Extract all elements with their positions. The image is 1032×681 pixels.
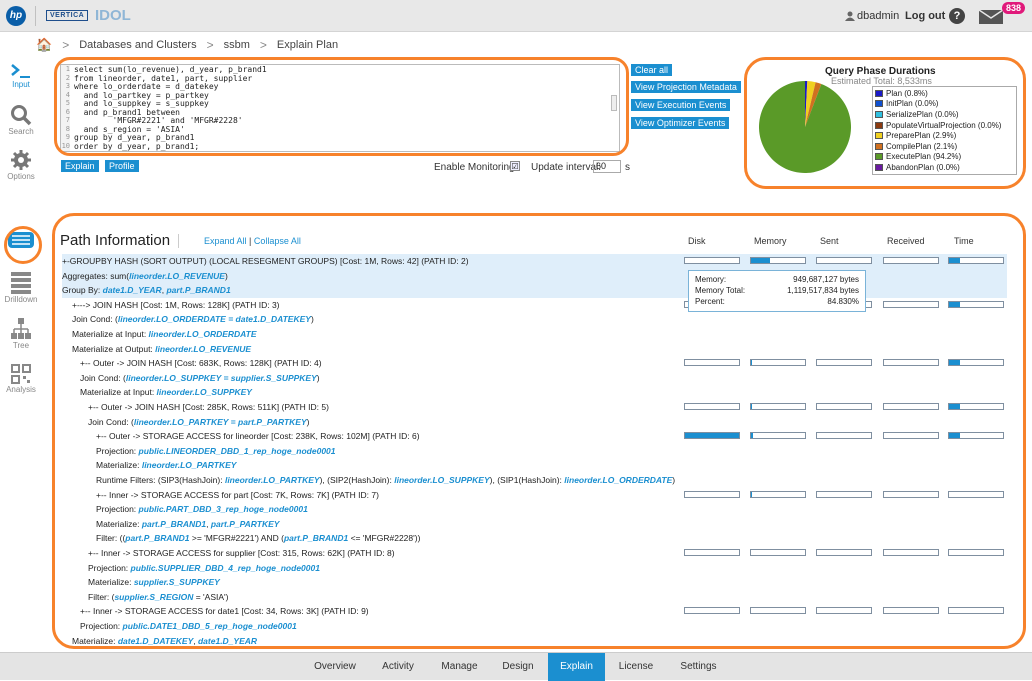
tab-license[interactable]: License <box>610 653 662 681</box>
tree-icon <box>11 318 31 339</box>
username[interactable]: dbadmin <box>857 10 899 22</box>
highlight-ring <box>54 57 629 156</box>
search-icon <box>11 105 32 126</box>
hp-logo[interactable]: hp <box>6 6 26 26</box>
nav-tree-label: Tree <box>12 341 30 350</box>
highlight-ring <box>52 213 1026 649</box>
user-icon <box>845 11 855 21</box>
tab-settings[interactable]: Settings <box>671 653 726 681</box>
home-icon[interactable]: 🏠 <box>36 37 52 53</box>
nav-analysis-label: Analysis <box>6 385 36 394</box>
explain-button[interactable]: Explain <box>61 160 99 172</box>
nav-tree[interactable]: Tree <box>0 318 42 350</box>
nav-search[interactable]: Search <box>0 104 42 136</box>
nav-analysis[interactable]: Analysis <box>0 364 42 394</box>
top-bar: hp VERTICA IDOL dbadmin Log out ? 838 <box>0 0 1032 32</box>
tab-manage[interactable]: Manage <box>432 653 487 681</box>
breadcrumb: 🏠 > Databases and Clusters > ssbm > Expl… <box>36 37 338 53</box>
enable-monitoring-checkbox[interactable]: ☑ <box>510 161 520 171</box>
highlight-ring <box>744 57 1026 189</box>
divider <box>35 6 36 26</box>
view-projection-metadata-button[interactable]: View Projection Metadata <box>631 81 741 93</box>
logout-link[interactable]: Log out <box>905 10 945 22</box>
notification-badge[interactable]: 838 <box>1002 2 1026 14</box>
nav-drilldown-label: Drilldown <box>4 295 38 304</box>
tab-overview[interactable]: Overview <box>305 653 365 681</box>
interval-unit: s <box>625 162 630 173</box>
enable-monitoring-label: Enable Monitoring: <box>434 162 518 173</box>
clear-all-button[interactable]: Clear all <box>631 64 673 76</box>
input-icon <box>11 64 30 78</box>
vertica-logo[interactable]: VERTICA <box>46 10 89 21</box>
update-interval-label: Update interval: <box>531 162 602 173</box>
nav-input[interactable]: Input <box>0 63 42 89</box>
drilldown-icon <box>11 272 31 294</box>
bottom-nav: Overview Activity Manage Design Explain Licen… <box>0 652 1032 681</box>
chevron-right-icon: > <box>206 38 214 52</box>
qr-icon <box>11 364 31 384</box>
nav-search-label: Search <box>8 127 34 136</box>
tab-explain[interactable]: Explain <box>548 653 605 681</box>
breadcrumb-ssbm[interactable]: ssbm <box>224 39 250 51</box>
chevron-right-icon: > <box>259 38 267 52</box>
tab-activity[interactable]: Activity <box>372 653 424 681</box>
breadcrumb-explain-plan: Explain Plan <box>276 39 339 51</box>
update-interval-input[interactable]: 60 <box>593 160 621 173</box>
breadcrumb-databases[interactable]: Databases and Clusters <box>79 39 196 51</box>
chevron-right-icon: > <box>62 38 70 52</box>
highlight-ring <box>4 226 42 264</box>
profile-button[interactable]: Profile <box>105 160 139 172</box>
nav-drilldown[interactable]: Drilldown <box>0 272 42 304</box>
help-icon[interactable]: ? <box>949 8 965 24</box>
nav-options[interactable]: Options <box>0 149 42 181</box>
idol-title: IDOL <box>95 7 131 24</box>
gear-icon <box>11 150 31 170</box>
mail-icon[interactable] <box>979 10 1003 24</box>
tab-design[interactable]: Design <box>497 653 539 681</box>
view-execution-events-button[interactable]: View Execution Events <box>631 99 731 111</box>
view-optimizer-events-button[interactable]: View Optimizer Events <box>631 117 730 129</box>
nav-input-label: Input <box>12 80 30 89</box>
nav-options-label: Options <box>7 172 35 181</box>
